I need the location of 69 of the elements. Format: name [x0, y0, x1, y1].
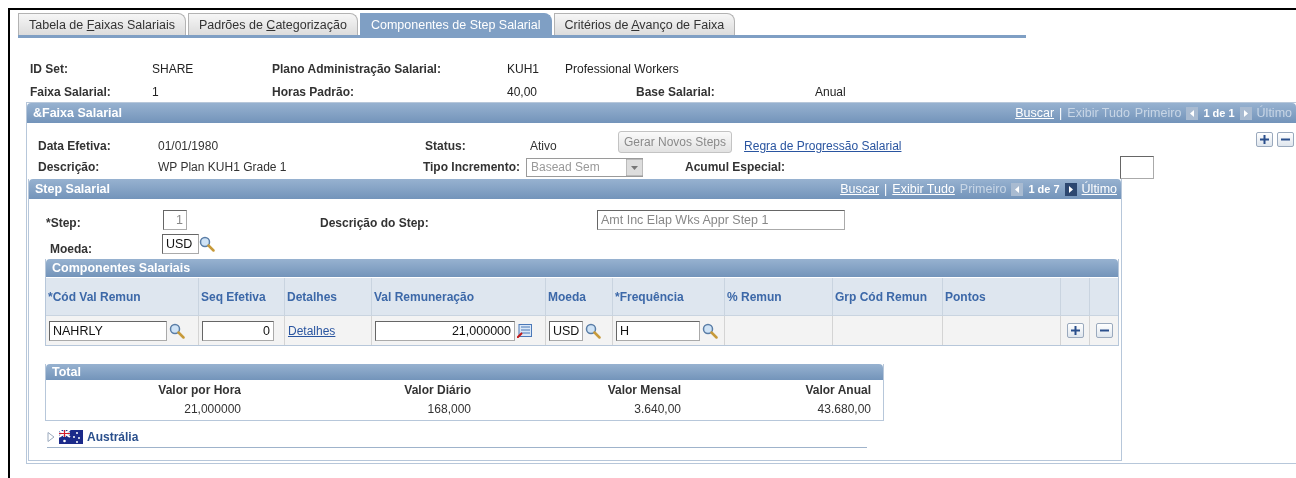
total-header: Valor Anual — [804, 383, 871, 397]
number-field[interactable]: 0 — [202, 320, 274, 341]
field-value: WP Plan KUH1 Grade 1 — [158, 160, 288, 174]
field-label: Descrição do Step: — [320, 215, 430, 230]
rule-link[interactable]: Regra de Progressão Salarial — [744, 139, 902, 153]
field-value: Professional Workers — [565, 62, 680, 76]
field-label: Descrição: — [38, 160, 101, 174]
field-value: Ativo — [530, 139, 558, 153]
panel-title: Step Salarial — [35, 182, 111, 196]
field-value: Anual — [815, 85, 847, 99]
search-icon[interactable] — [169, 322, 185, 339]
field-value: 40,00 — [507, 85, 539, 99]
total-header: Valor Mensal — [606, 383, 681, 397]
dropdown-icon — [626, 158, 643, 176]
total-value: 3.640,00 — [633, 402, 681, 416]
total-header: Valor por Hora — [157, 383, 241, 397]
total-value: 43.680,00 — [816, 402, 871, 416]
panel-title: Total — [52, 365, 81, 379]
calculator-icon[interactable] — [517, 323, 532, 338]
flag-icon — [59, 430, 83, 444]
add-button[interactable] — [1256, 132, 1273, 147]
field-label: Moeda: — [50, 241, 93, 256]
country-name[interactable]: Austrália — [87, 430, 139, 444]
total-value: 168,000 — [426, 402, 471, 416]
field-label: ID Set: — [30, 62, 69, 76]
field-label: Tipo Incremento: — [421, 160, 521, 174]
search-icon[interactable] — [702, 322, 718, 339]
separator-text: | — [884, 182, 888, 196]
tab[interactable]: Tabela de Faixas Salariais — [18, 13, 186, 35]
add-row-button[interactable] — [1066, 323, 1084, 338]
panel-title: &Faixa Salarial — [33, 106, 122, 120]
total-value: 21,000000 — [183, 402, 241, 416]
amount-field[interactable]: 21,000000 — [375, 320, 515, 341]
nav-link[interactable]: Buscar — [1015, 106, 1055, 120]
field-value: KUH1 — [507, 62, 540, 76]
field-label: Faixa Salarial: — [30, 85, 112, 99]
field-value: 1 — [152, 85, 160, 99]
page-count: 1 de 7 — [1028, 183, 1060, 195]
nav-link[interactable]: Buscar — [840, 182, 880, 196]
field-label: Status: — [425, 139, 467, 153]
remove-button[interactable] — [1277, 132, 1294, 147]
remove-row-button[interactable] — [1095, 323, 1113, 338]
tab[interactable]: Critérios de Avanço de Faixa — [553, 13, 736, 35]
lookup-field[interactable]: NAHRLY — [49, 320, 167, 341]
plus-icon — [1260, 135, 1269, 144]
field-label: Acumul Especial: — [685, 160, 787, 174]
field-label: Plano Administração Salarial: — [272, 62, 442, 76]
field-label: *Step: — [46, 215, 82, 230]
field-value: SHARE — [152, 62, 195, 76]
tab[interactable]: Componentes de Step Salarial — [359, 13, 552, 35]
currency-field[interactable]: USD — [162, 234, 199, 254]
page-count: 1 de 1 — [1203, 107, 1235, 119]
field-value: 01/01/1980 — [158, 139, 220, 153]
lookup-field[interactable]: H — [616, 320, 700, 341]
grid-title: Componentes Salariais — [52, 261, 191, 275]
nav-link[interactable]: Último — [1081, 182, 1117, 196]
field-label: Data Efetiva: — [38, 139, 112, 153]
lookup-field[interactable]: USD — [549, 320, 583, 341]
plus-icon — [1070, 326, 1080, 335]
details-link[interactable]: Detalhes — [288, 323, 336, 338]
field-label: Horas Padrão: — [272, 85, 356, 99]
special-accrual-field[interactable] — [1120, 155, 1154, 179]
search-icon[interactable] — [585, 322, 601, 339]
search-icon[interactable] — [199, 236, 215, 252]
nav-link[interactable]: Exibir Tudo — [892, 182, 955, 196]
field-label: Base Salarial: — [636, 85, 716, 99]
separator-text: | — [1059, 106, 1063, 120]
tab[interactable]: Padrões de Categorização — [187, 13, 358, 35]
total-header: Valor Diário — [403, 383, 471, 397]
